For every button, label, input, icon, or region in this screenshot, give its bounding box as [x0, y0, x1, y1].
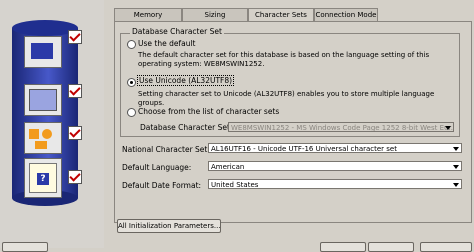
group-title: Database Character Set: [130, 27, 224, 36]
footer-button[interactable]: [420, 242, 472, 252]
default-date-format-label: Default Date Format:: [122, 181, 202, 190]
use-default-radio[interactable]: [127, 40, 136, 49]
default-language-select[interactable]: American: [208, 161, 462, 171]
chevron-down-icon: [445, 126, 451, 130]
help-document-icon: ?: [24, 158, 62, 198]
tab-memory[interactable]: Memory: [114, 8, 182, 21]
footer-button[interactable]: [2, 242, 48, 252]
footer-button[interactable]: [320, 242, 366, 252]
choose-from-list-radio[interactable]: [127, 108, 136, 117]
national-character-set-label: National Character Set:: [122, 145, 210, 154]
choose-from-list-label[interactable]: Choose from the list of character sets: [138, 107, 279, 116]
checkmark-icon: [68, 170, 82, 184]
wizard-graphic-panel: ?: [0, 0, 104, 248]
default-language-value: American: [211, 163, 245, 171]
chevron-down-icon[interactable]: [453, 147, 459, 151]
national-character-set-select[interactable]: AL16UTF16 - Unicode UTF-16 Universal cha…: [208, 143, 462, 153]
database-character-set-value: WE8MSWIN1252 - MS Windows Code Page 1252…: [231, 124, 454, 132]
database-character-set-field-label: Database Character Set:: [140, 123, 233, 132]
default-date-format-select[interactable]: United States: [208, 179, 462, 189]
national-character-set-value: AL16UTF16 - Unicode UTF-16 Universal cha…: [211, 145, 397, 153]
checkmark-icon: [68, 126, 82, 140]
use-default-description: The default character set for this datab…: [138, 51, 430, 68]
tab-connection-mode[interactable]: Connection Mode: [314, 8, 378, 21]
shapes-icon: [24, 122, 62, 154]
default-language-label: Default Language:: [122, 163, 192, 172]
use-unicode-description: Setting character set to Unicode (AL32UT…: [138, 90, 435, 107]
tab-character-sets[interactable]: Character Sets: [248, 8, 314, 22]
default-date-format-value: United States: [211, 181, 259, 189]
chevron-down-icon[interactable]: [453, 183, 459, 187]
use-default-label[interactable]: Use the default: [138, 39, 195, 48]
storage-icon: [24, 36, 62, 68]
database-character-set-select: WE8MSWIN1252 - MS Windows Code Page 1252…: [228, 122, 454, 132]
tab-sizing[interactable]: Sizing: [182, 8, 248, 21]
memory-icon: [24, 84, 62, 116]
footer-button[interactable]: [368, 242, 414, 252]
chevron-down-icon[interactable]: [453, 165, 459, 169]
all-initialization-parameters-button[interactable]: All Initialization Parameters...: [117, 219, 221, 233]
use-unicode-radio[interactable]: [127, 78, 136, 87]
use-unicode-label[interactable]: Use Unicode (AL32UTF8): [137, 75, 235, 86]
checkmark-icon: [68, 84, 82, 98]
checkmark-icon: [68, 30, 82, 44]
